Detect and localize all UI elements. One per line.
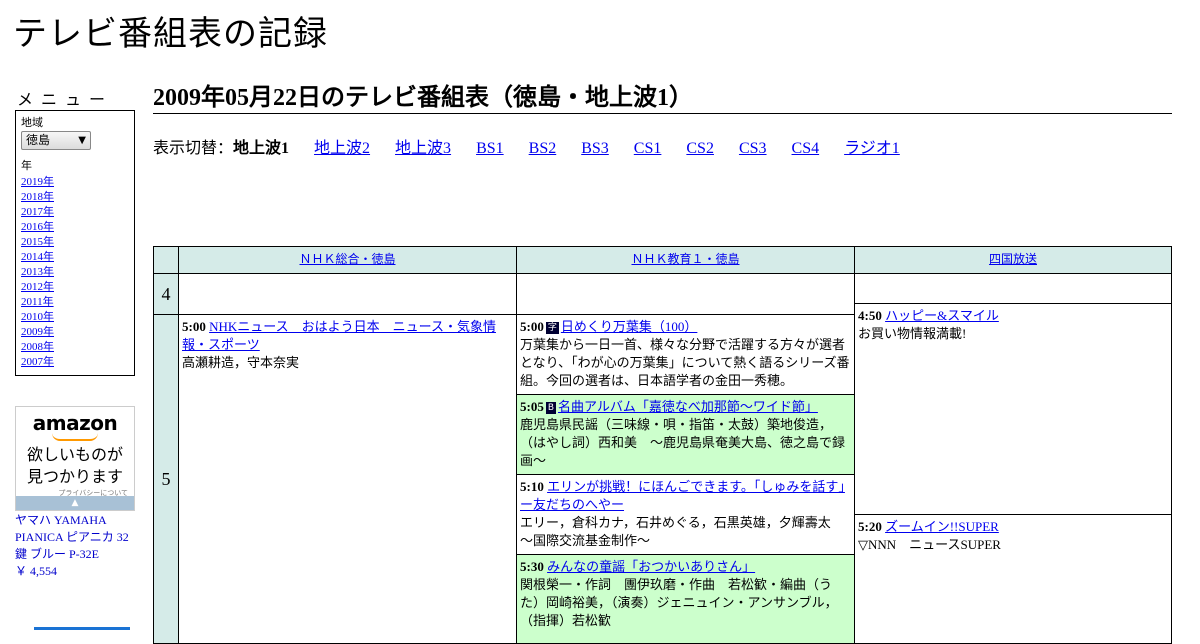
tab-cs2[interactable]: CS2: [686, 140, 714, 157]
tab-bs1[interactable]: BS1: [476, 140, 504, 157]
program-time: 5:10: [520, 479, 544, 494]
program-title-link[interactable]: ズームイン!!SUPER: [885, 519, 999, 534]
tab-terrestrial3[interactable]: 地上波3: [395, 140, 451, 157]
program-title-link[interactable]: 日めくり万葉集（100）: [561, 319, 698, 334]
channel-link-nhk-sogo[interactable]: ＮＨＫ総合・徳島: [299, 252, 395, 266]
current-tab: 地上波1: [233, 140, 290, 157]
chevron-down-icon: ▼: [78, 135, 86, 146]
program-time: 5:05: [520, 399, 544, 414]
menu-title: メニュー: [17, 90, 114, 109]
program-cell: 5:00 字日めくり万葉集（100） 万葉集から一日一首、様々な分野で活躍する方々…: [516, 314, 855, 395]
program-title-link[interactable]: みんなの童謡「おつかいありさん」: [547, 559, 755, 574]
hour-cell: 4: [153, 273, 179, 315]
year-link[interactable]: 2014年: [21, 251, 54, 263]
hour-cell: 5: [153, 314, 179, 644]
page-heading: 2009年05月22日のテレビ番組表（徳島・地上波1）: [153, 83, 1172, 114]
tab-cs4[interactable]: CS4: [792, 140, 820, 157]
region-label: 地域: [21, 116, 43, 129]
program-desc: エリー，倉科カナ，石井めぐる，石黒英雄，夕輝壽太 ～国際交流基金制作～: [520, 515, 844, 548]
program-cell: 5:20 ズームイン!!SUPER ▽NNN ニュースSUPER: [854, 514, 1172, 644]
program-cell: 5:30 みんなの童謡「おつかいありさん」 関根榮一・作詞 團伊玖磨・作曲 若松…: [516, 554, 855, 644]
year-link[interactable]: 2018年: [21, 191, 54, 203]
program-cell: 5:05 B 名曲アルバム「嘉徳なべ加那節～ワイド節」 鹿児島県民謡（三味線・唄・指…: [516, 394, 855, 475]
year-link[interactable]: 2011年: [21, 296, 54, 308]
year-link[interactable]: 2012年: [21, 281, 54, 293]
amazon-logo: amazon: [32, 411, 118, 435]
empty-slot: [178, 273, 517, 315]
year-list: 2019年 2018年 2017年 2016年 2015年 2014年 2013…: [21, 175, 129, 370]
program-title-link[interactable]: エリンが挑戦！にほんごできます。「しゅみを話す」ー友だちのへやー: [520, 479, 845, 512]
ad-product[interactable]: ヤマハ YAMAHA PIANICA ピアニカ 32鍵 ブルー P-32E ￥ …: [15, 512, 140, 580]
tab-bs2[interactable]: BS2: [529, 140, 557, 157]
program-cell: 5:10 エリンが挑戦！にほんごできます。「しゅみを話す」ー友だちのへやー エリ…: [516, 474, 855, 555]
channel-link-shikoku[interactable]: 四国放送: [989, 252, 1037, 266]
channel-header: ＮＨＫ教育１・徳島: [516, 246, 855, 274]
empty-slot: [516, 273, 855, 315]
year-link[interactable]: 2016年: [21, 221, 54, 233]
program-desc: ▽NNN ニュースSUPER: [858, 537, 1001, 552]
year-link[interactable]: 2019年: [21, 176, 54, 188]
channel-link-nhk-edu[interactable]: ＮＨＫ教育１・徳島: [631, 252, 739, 266]
site-title: テレビ番組表の記録: [13, 14, 328, 54]
menu-box: 地域 徳島 ▼ 年 2019年 2018年 2017年 2016年 2015年 …: [15, 110, 135, 376]
channel-header: 四国放送: [854, 246, 1172, 274]
ad-product-name[interactable]: ヤマハ YAMAHA PIANICA ピアニカ 32鍵 ブルー P-32E: [15, 512, 140, 563]
program-time: 5:00: [520, 319, 544, 334]
year-link[interactable]: 2007年: [21, 356, 54, 368]
year-label: 年: [21, 159, 32, 172]
program-time: 4:50: [858, 308, 882, 323]
channel-header: ＮＨＫ総合・徳島: [178, 246, 517, 274]
program-desc: 鹿児島県民謡（三味線・唄・指笛・太鼓）築地俊造，（はやし詞）西和美 ～鹿児島県奄…: [520, 417, 846, 468]
region-select[interactable]: 徳島 ▼: [21, 131, 91, 150]
year-link[interactable]: 2017年: [21, 206, 54, 218]
chevron-up-icon[interactable]: ▲: [16, 496, 134, 510]
program-title-link[interactable]: ハッピー&スマイル: [885, 308, 999, 323]
program-cell: 4:50 ハッピー&スマイル お買い物情報満載!: [854, 303, 1172, 515]
program-desc: 万葉集から一日一首、様々な分野で活躍する方々が選者となり、「わが心の万葉集」につ…: [520, 337, 850, 388]
year-link[interactable]: 2013年: [21, 266, 54, 278]
empty-slot: [854, 273, 1172, 304]
year-link[interactable]: 2008年: [21, 341, 54, 353]
tab-terrestrial2[interactable]: 地上波2: [314, 140, 370, 157]
year-link[interactable]: 2015年: [21, 236, 54, 248]
bilingual-badge-icon: B: [545, 402, 557, 414]
schedule-grid: ＮＨＫ総合・徳島 ＮＨＫ教育１・徳島 四国放送 4 5 5:00 NHKニュース…: [153, 246, 1172, 644]
tab-bs3[interactable]: BS3: [581, 140, 609, 157]
tab-radio1[interactable]: ラジオ1: [844, 140, 900, 157]
ad-tagline-line1: 欲しいものが: [26, 445, 123, 464]
display-switcher: 表示切替：地上波1 地上波2 地上波3 BS1 BS2 BS3 CS1 CS2 …: [153, 134, 921, 158]
switch-label: 表示切替：: [153, 140, 234, 157]
tab-cs3[interactable]: CS3: [739, 140, 767, 157]
caption-badge-icon: 字: [545, 322, 559, 334]
program-title-link[interactable]: NHKニュース おはよう日本 ニュース・気象情報・スポーツ: [182, 319, 496, 352]
tab-cs1[interactable]: CS1: [634, 140, 662, 157]
program-title-link[interactable]: 名曲アルバム「嘉徳なべ加那節～ワイド節」: [558, 399, 818, 414]
year-link[interactable]: 2010年: [21, 311, 54, 323]
program-time: 5:00: [182, 319, 206, 334]
amazon-ad-banner[interactable]: amazon 欲しいものが 見つかります プライバシーについて ▲: [15, 406, 135, 511]
program-desc: 関根榮一・作詞 團伊玖磨・作曲 若松歓・編曲（うた）岡崎裕美，（演奏）ジェニュイ…: [520, 577, 838, 628]
ad-tagline-line2: 見つかります: [26, 467, 123, 486]
program-time: 5:30: [520, 559, 544, 574]
corner-cell: [153, 246, 179, 274]
region-select-value: 徳島: [26, 133, 51, 147]
program-cell: 5:00 NHKニュース おはよう日本 ニュース・気象情報・スポーツ 高瀬耕造，…: [178, 314, 517, 644]
program-time: 5:20: [858, 519, 882, 534]
program-desc: 高瀬耕造，守本奈実: [182, 355, 300, 370]
program-desc: お買い物情報満載!: [858, 326, 967, 341]
year-link[interactable]: 2009年: [21, 326, 54, 338]
ad-product-price: ￥ 4,554: [15, 564, 58, 578]
